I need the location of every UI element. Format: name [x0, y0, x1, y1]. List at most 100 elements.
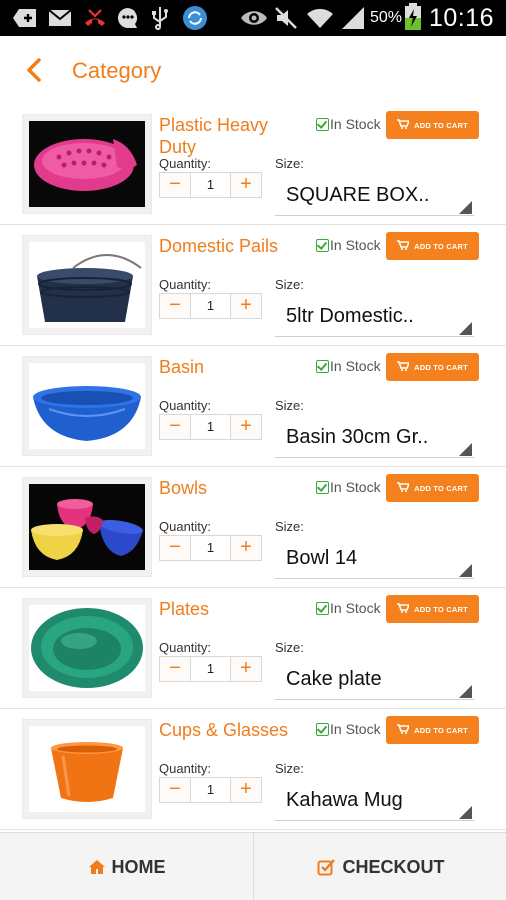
- product-image[interactable]: [22, 235, 152, 335]
- size-dropdown[interactable]: 5ltr Domestic..: [275, 297, 474, 337]
- increment-button[interactable]: +: [230, 536, 261, 560]
- product-item: Basin In Stock ADD TO CART Quantity: − 1…: [0, 346, 506, 467]
- dropdown-corner-icon: [459, 806, 472, 819]
- quantity-value[interactable]: 1: [191, 657, 230, 681]
- increment-button[interactable]: +: [230, 778, 261, 802]
- product-image[interactable]: [22, 598, 152, 698]
- bottom-nav: HOME CHECKOUT: [0, 832, 506, 900]
- decrement-button[interactable]: −: [160, 536, 191, 560]
- dropdown-corner-icon: [459, 685, 472, 698]
- size-value: Bowl 14: [286, 547, 358, 569]
- product-name[interactable]: Plastic Heavy Duty: [159, 114, 309, 158]
- size-label: Size:: [275, 761, 304, 776]
- stock-status: In Stock: [316, 237, 381, 253]
- product-image[interactable]: [22, 719, 152, 819]
- pink-basket-image: [29, 121, 145, 207]
- quantity-label: Quantity:: [159, 156, 212, 171]
- product-name[interactable]: Basin: [159, 356, 309, 378]
- mail-icon: [48, 6, 72, 30]
- size-value: Kahawa Mug: [286, 789, 403, 811]
- usb-icon: [150, 6, 170, 30]
- product-image[interactable]: [22, 114, 152, 214]
- product-image[interactable]: [22, 356, 152, 456]
- add-to-cart-button[interactable]: ADD TO CART: [386, 595, 479, 623]
- increment-button[interactable]: +: [230, 294, 261, 318]
- increment-button[interactable]: +: [230, 173, 261, 197]
- quantity-value[interactable]: 1: [191, 415, 230, 439]
- size-dropdown[interactable]: Bowl 14: [275, 539, 474, 579]
- size-label: Size:: [275, 519, 304, 534]
- product-name[interactable]: Cups & Glasses: [159, 719, 309, 741]
- add-to-cart-button[interactable]: ADD TO CART: [386, 474, 479, 502]
- product-image[interactable]: [22, 477, 152, 577]
- quantity-label: Quantity:: [159, 640, 212, 655]
- decrement-button[interactable]: −: [160, 294, 191, 318]
- add-to-cart-button[interactable]: ADD TO CART: [386, 716, 479, 744]
- quantity-value[interactable]: 1: [191, 294, 230, 318]
- size-value: 5ltr Domestic..: [286, 305, 414, 327]
- size-dropdown[interactable]: Kahawa Mug: [275, 781, 474, 821]
- decrement-button[interactable]: −: [160, 778, 191, 802]
- signal-icon: [340, 6, 366, 30]
- stock-status: In Stock: [316, 600, 381, 616]
- product-name[interactable]: Plates: [159, 598, 309, 620]
- sync-app-icon: [182, 6, 208, 30]
- add-to-cart-button[interactable]: ADD TO CART: [386, 111, 479, 139]
- check-icon: [316, 601, 329, 615]
- product-item: Domestic Pails In Stock ADD TO CART Quan…: [0, 225, 506, 346]
- product-name[interactable]: Domestic Pails: [159, 235, 309, 257]
- quantity-value[interactable]: 1: [191, 173, 230, 197]
- size-label: Size:: [275, 156, 304, 171]
- chevron-left-icon: [20, 58, 50, 90]
- size-dropdown[interactable]: Basin 30cm Gr..: [275, 418, 474, 458]
- mute-icon: [274, 6, 298, 30]
- dropdown-corner-icon: [459, 322, 472, 335]
- back-button[interactable]: [20, 54, 50, 86]
- size-dropdown[interactable]: Cake plate: [275, 660, 474, 700]
- page-title: Category: [72, 58, 162, 83]
- product-item: Plates In Stock ADD TO CART Quantity: − …: [0, 588, 506, 709]
- check-icon: [316, 238, 329, 252]
- quantity-stepper: − 1 +: [159, 777, 262, 803]
- chat-icon: [116, 6, 140, 30]
- cart-icon: [397, 724, 411, 736]
- decrement-button[interactable]: −: [160, 657, 191, 681]
- check-icon: [316, 117, 329, 131]
- battery-charging-icon: [404, 3, 422, 30]
- checkbox-checked-icon: [317, 858, 337, 876]
- blue-basin-image: [29, 363, 145, 449]
- quantity-label: Quantity:: [159, 761, 212, 776]
- home-button[interactable]: HOME: [0, 833, 254, 900]
- increment-button[interactable]: +: [230, 657, 261, 681]
- add-to-cart-button[interactable]: ADD TO CART: [386, 232, 479, 260]
- wifi-icon: [306, 6, 334, 30]
- cart-icon: [397, 119, 411, 131]
- product-name[interactable]: Bowls: [159, 477, 309, 499]
- app-header: Category: [0, 36, 506, 104]
- check-icon: [316, 359, 329, 373]
- battery-percent: 50%: [370, 9, 403, 26]
- checkout-button[interactable]: CHECKOUT: [255, 833, 506, 900]
- quantity-value[interactable]: 1: [191, 778, 230, 802]
- quantity-value[interactable]: 1: [191, 536, 230, 560]
- colored-bowls-image: [29, 484, 145, 570]
- eye-icon: [240, 6, 268, 30]
- status-bar: 50% 10:16: [0, 0, 506, 36]
- missed-call-icon: [82, 6, 108, 30]
- quantity-stepper: − 1 +: [159, 293, 262, 319]
- decrement-button[interactable]: −: [160, 415, 191, 439]
- cart-icon: [397, 482, 411, 494]
- increment-button[interactable]: +: [230, 415, 261, 439]
- quantity-stepper: − 1 +: [159, 414, 262, 440]
- product-list[interactable]: Plastic Heavy Duty In Stock ADD TO CART …: [0, 104, 506, 832]
- add-to-cart-button[interactable]: ADD TO CART: [386, 353, 479, 381]
- dropdown-corner-icon: [459, 443, 472, 456]
- stock-status: In Stock: [316, 479, 381, 495]
- quantity-label: Quantity:: [159, 398, 212, 413]
- quantity-label: Quantity:: [159, 277, 212, 292]
- decrement-button[interactable]: −: [160, 173, 191, 197]
- dropdown-corner-icon: [459, 201, 472, 214]
- size-dropdown[interactable]: SQUARE BOX..: [275, 176, 474, 216]
- home-icon: [88, 859, 106, 875]
- green-plate-image: [29, 605, 145, 691]
